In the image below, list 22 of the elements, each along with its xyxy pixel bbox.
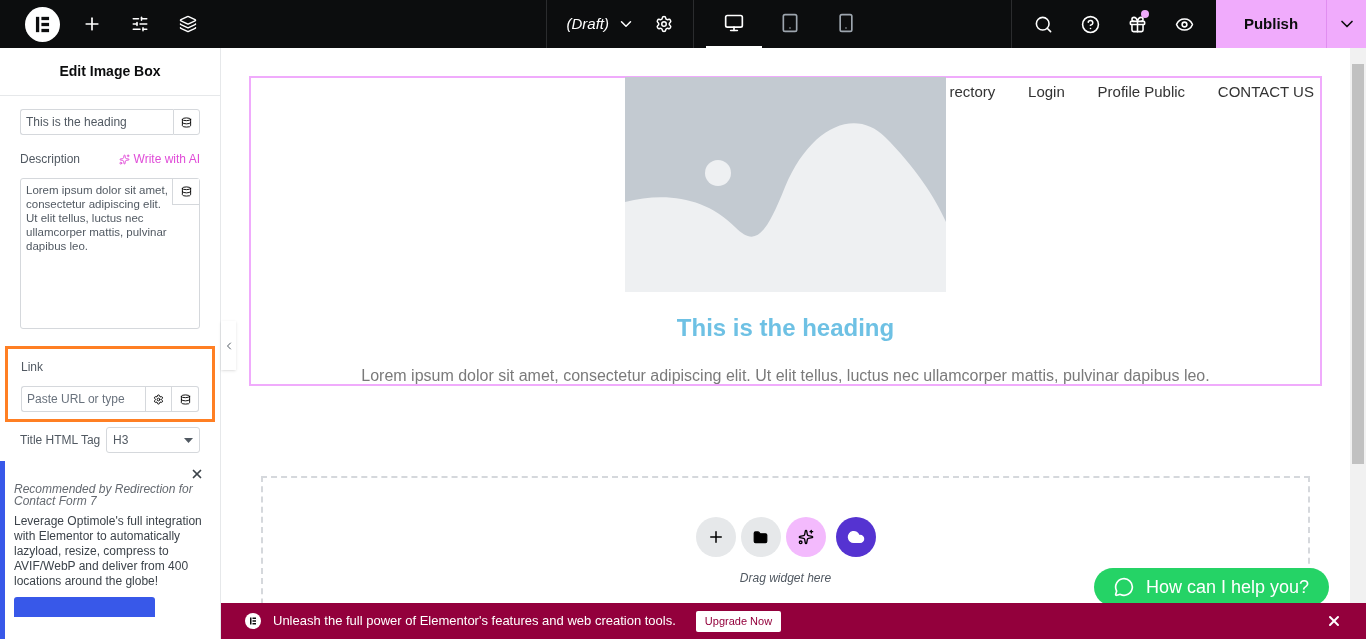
nav-link[interactable]: rectory — [949, 81, 996, 104]
field-label: Link — [21, 359, 44, 376]
field-label: Title HTML Tag — [20, 432, 101, 449]
url-field[interactable]: Paste URL or type — [21, 386, 145, 412]
description-value: Lorem ipsum dolor sit amet, consectetur adipiscing elit. Ut elit tellus, luctus nec ullamcorper mattis, pulvinar dapibus leo. — [26, 183, 169, 253]
promo-source: Recommended by Redirection for Contact Form 7 — [14, 483, 194, 507]
document-dropdown[interactable]: (Draft) — [566, 12, 635, 36]
nav-link[interactable]: Profile Public — [1097, 81, 1186, 104]
heading-field[interactable]: This is the heading — [20, 109, 173, 135]
upgrade-button[interactable]: Upgrade Now — [695, 610, 782, 632]
field-label: Description — [20, 151, 81, 168]
panel-title: Edit Image Box — [0, 48, 220, 96]
description-textarea[interactable]: Lorem ipsum dolor sit amet, consectetur adipiscing elit. Ut elit tellus, luctus nec ullamcorper mattis, pulvinar dapibus leo. — [20, 178, 200, 329]
title-tag-select[interactable]: H3 — [106, 427, 200, 453]
nav-link[interactable]: Login — [1028, 81, 1065, 104]
publish-button[interactable]: Publish — [1216, 0, 1326, 48]
nav-link[interactable]: CONTACT US — [1217, 81, 1314, 104]
promo-text: Leverage Optimole's full integration with Elementor to automatically lazyload, resize, compress to AVIF/WebP and deliver from 400 locations around the globe! — [14, 514, 203, 589]
image-box-description: Lorem ipsum dolor sit amet, consectetur adipiscing elit. Ut elit tellus, luctus nec ullamcorper mattis, pulvinar dapibus leo. — [361, 366, 1210, 386]
banner-text: Unleash the full power of Elementor's features and web creation tools. — [273, 612, 676, 631]
image-box-heading: This is the heading — [676, 313, 895, 343]
drop-hint: Drag widget here — [739, 570, 832, 587]
